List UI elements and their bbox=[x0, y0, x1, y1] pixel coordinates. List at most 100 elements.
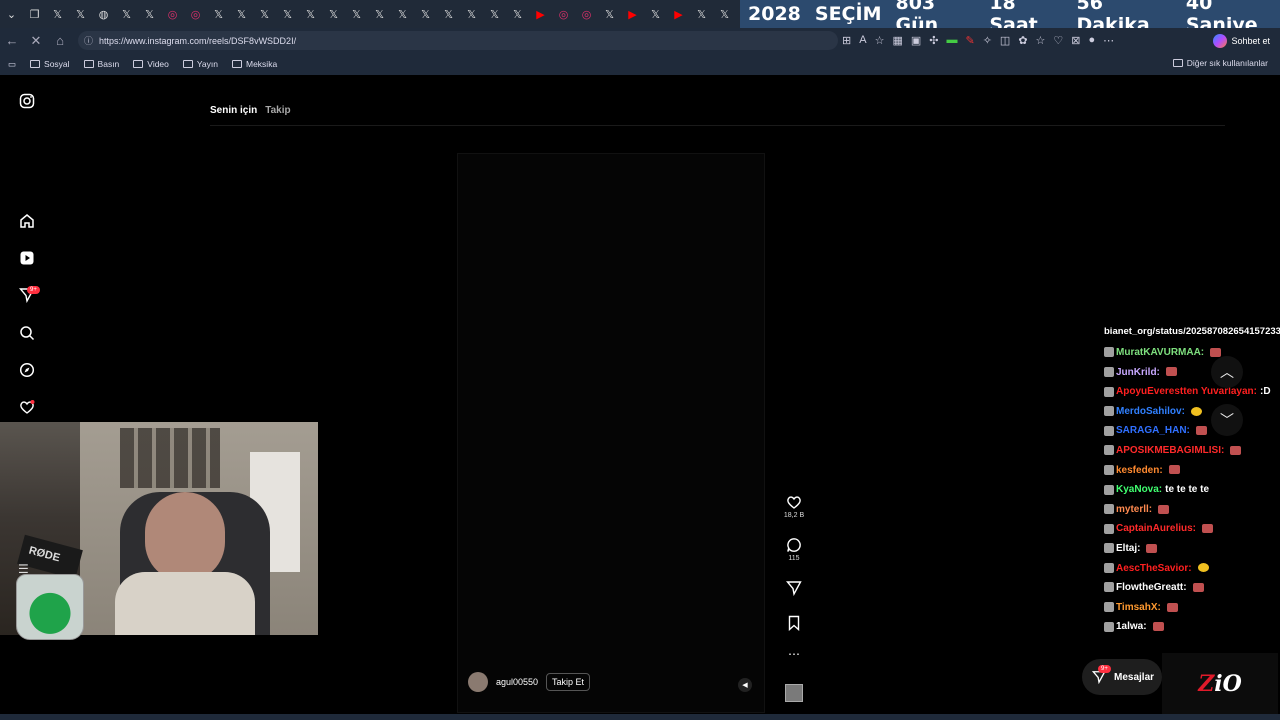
back-arrow-icon[interactable]: ← bbox=[0, 33, 24, 48]
other-favorites[interactable]: Diğer sık kullanılanlar bbox=[1172, 58, 1268, 68]
screenshot-icon[interactable]: ⊠ bbox=[1071, 34, 1080, 47]
instagram-tab-icon[interactable]: ◎ bbox=[552, 0, 575, 28]
bookmark-folder[interactable]: Basın bbox=[83, 59, 119, 69]
youtube-tab-icon[interactable]: ▶ bbox=[621, 0, 644, 28]
heart-extension-icon[interactable]: ♡ bbox=[1053, 34, 1063, 47]
copilot-chat-button[interactable]: Sohbet et bbox=[1213, 31, 1270, 50]
extension-icon[interactable]: ✎ bbox=[965, 34, 974, 47]
extension-icon[interactable]: ▬ bbox=[946, 34, 957, 46]
read-aloud-icon[interactable]: A bbox=[859, 34, 866, 46]
extension-icon[interactable]: ▦ bbox=[892, 34, 902, 47]
extension-icon[interactable]: ▣ bbox=[911, 34, 921, 47]
x-tab-icon[interactable]: 𝕏 bbox=[368, 0, 391, 28]
home-icon[interactable] bbox=[18, 212, 36, 230]
instagram-logo-icon[interactable] bbox=[18, 92, 36, 110]
toolbar-extensions: ⊞ A ☆ ▦ ▣ ✣ ▬ ✎ ✧ ◫ ✿ ☆ ♡ ⊠ ● ⋯ bbox=[842, 32, 1114, 48]
x-tab-icon[interactable]: 𝕏 bbox=[506, 0, 529, 28]
share-paper-plane-icon[interactable] bbox=[786, 580, 802, 596]
x-tab-icon[interactable]: 𝕏 bbox=[299, 0, 322, 28]
chat-username[interactable]: Eltaj: bbox=[1116, 543, 1140, 554]
x-tab-icon[interactable]: 𝕏 bbox=[115, 0, 138, 28]
profile-avatar[interactable]: ● bbox=[1089, 34, 1096, 46]
notifications-heart-icon[interactable] bbox=[18, 398, 36, 416]
x-tab-icon[interactable]: 𝕏 bbox=[207, 0, 230, 28]
x-tab-icon[interactable]: 𝕏 bbox=[644, 0, 667, 28]
youtube-tab-icon[interactable]: ▶ bbox=[667, 0, 690, 28]
bookmark-folder[interactable]: Video bbox=[133, 59, 169, 69]
x-tab-icon[interactable]: 𝕏 bbox=[690, 0, 713, 28]
url-bar[interactable]: ⓘ https://www.instagram.com/reels/DSF8vW… bbox=[78, 31, 838, 50]
follow-button[interactable]: Takip Et bbox=[546, 673, 591, 691]
reels-icon[interactable] bbox=[18, 249, 36, 267]
bookmark-label: Meksika bbox=[246, 59, 278, 69]
extension-icon[interactable]: ✣ bbox=[929, 34, 938, 47]
youtube-tab-icon[interactable]: ▶ bbox=[529, 0, 552, 28]
x-tab-icon[interactable]: 𝕏 bbox=[460, 0, 483, 28]
search-icon[interactable] bbox=[18, 324, 36, 342]
reel-video-player[interactable] bbox=[457, 153, 765, 713]
chat-username[interactable]: myterll: bbox=[1116, 504, 1152, 515]
chat-username[interactable]: SARAGA_HAN: bbox=[1116, 425, 1190, 436]
scroll-down-chevron-icon[interactable]: ﹀ bbox=[1211, 404, 1243, 436]
instagram-tab-icon[interactable]: ◎ bbox=[184, 0, 207, 28]
x-tab-icon[interactable]: 𝕏 bbox=[69, 0, 92, 28]
chat-username[interactable]: kesfeden: bbox=[1116, 465, 1163, 476]
collections-icon[interactable]: ✿ bbox=[1018, 34, 1027, 47]
chat-username[interactable]: APOSIKMEBAGIMLISI: bbox=[1116, 445, 1224, 456]
mute-toggle-icon[interactable]: ◀ bbox=[738, 678, 752, 692]
x-tab-icon[interactable]: 𝕏 bbox=[322, 0, 345, 28]
chat-username[interactable]: TimsahX: bbox=[1116, 602, 1161, 613]
author-avatar[interactable] bbox=[468, 672, 488, 692]
x-tab-icon[interactable]: 𝕏 bbox=[598, 0, 621, 28]
chat-username[interactable]: MerdoSahilov: bbox=[1116, 406, 1185, 417]
app-install-icon[interactable]: ⊞ bbox=[842, 34, 851, 47]
stop-icon[interactable]: ✕ bbox=[24, 33, 48, 49]
x-tab-icon[interactable]: 𝕏 bbox=[483, 0, 506, 28]
author-username[interactable]: agul00550 bbox=[496, 677, 538, 687]
messages-button[interactable]: Mesajlar bbox=[1082, 659, 1162, 695]
instagram-tab-icon[interactable]: ◎ bbox=[161, 0, 184, 28]
favorite-star-icon[interactable]: ☆ bbox=[875, 34, 885, 47]
chat-username[interactable]: ApoyuEverestten Yuvarlayan: bbox=[1116, 386, 1257, 397]
instagram-tab-icon[interactable]: ◎ bbox=[575, 0, 598, 28]
chat-username[interactable]: 1alwa: bbox=[1116, 621, 1147, 632]
scroll-up-chevron-icon[interactable]: ︿ bbox=[1211, 356, 1243, 388]
extensions-puzzle-icon[interactable]: ✧ bbox=[983, 34, 992, 47]
x-tab-icon[interactable]: 𝕏 bbox=[276, 0, 299, 28]
x-tab-icon[interactable]: 𝕏 bbox=[46, 0, 69, 28]
tab-for-you[interactable]: Senin için bbox=[210, 105, 257, 116]
more-options-icon[interactable]: ⋯ bbox=[782, 647, 806, 661]
bookmark-folder[interactable]: Sosyal bbox=[30, 59, 70, 69]
x-tab-icon[interactable]: 𝕏 bbox=[391, 0, 414, 28]
workspaces-icon[interactable]: ❐ bbox=[23, 0, 46, 28]
x-tab-icon[interactable]: 𝕏 bbox=[138, 0, 161, 28]
x-tab-icon[interactable]: 𝕏 bbox=[414, 0, 437, 28]
tab-list-icon[interactable]: ⌄ bbox=[0, 0, 23, 28]
globe-tab-icon[interactable]: ◍ bbox=[92, 0, 115, 28]
site-info-icon[interactable]: ⓘ bbox=[84, 34, 93, 47]
x-tab-icon[interactable]: 𝕏 bbox=[713, 0, 736, 28]
x-tab-icon[interactable]: 𝕏 bbox=[230, 0, 253, 28]
save-bookmark-icon[interactable] bbox=[786, 615, 802, 631]
chat-username[interactable]: CaptainAurelius: bbox=[1116, 523, 1196, 534]
bookmark-folder[interactable]: Yayın bbox=[182, 59, 218, 69]
x-tab-icon[interactable]: 𝕏 bbox=[253, 0, 276, 28]
more-menu-icon[interactable]: ⋯ bbox=[1103, 34, 1114, 47]
x-tab-icon[interactable]: 𝕏 bbox=[345, 0, 368, 28]
tab-following[interactable]: Takip bbox=[265, 105, 290, 116]
home-icon[interactable]: ⌂ bbox=[48, 33, 72, 48]
x-tab-icon[interactable]: 𝕏 bbox=[437, 0, 460, 28]
audio-thumbnail[interactable] bbox=[785, 684, 803, 702]
comment-bubble-icon[interactable] bbox=[786, 537, 802, 553]
split-screen-icon[interactable]: ◫ bbox=[1000, 34, 1010, 47]
bookmark-folder[interactable]: Meksika bbox=[232, 59, 277, 69]
chat-username[interactable]: FlowtheGreatt: bbox=[1116, 582, 1187, 593]
like-heart-icon[interactable] bbox=[786, 494, 802, 510]
chat-username[interactable]: JunKrild: bbox=[1116, 367, 1160, 378]
chat-username[interactable]: AescTheSavior: bbox=[1116, 563, 1192, 574]
chat-username[interactable]: MuratKAVURMAA: bbox=[1116, 347, 1204, 358]
chat-username[interactable]: KyaNova: bbox=[1116, 484, 1162, 495]
tablet-icon[interactable]: ▭ bbox=[8, 59, 16, 70]
favorites-icon[interactable]: ☆ bbox=[1036, 34, 1046, 47]
explore-compass-icon[interactable] bbox=[18, 361, 36, 379]
